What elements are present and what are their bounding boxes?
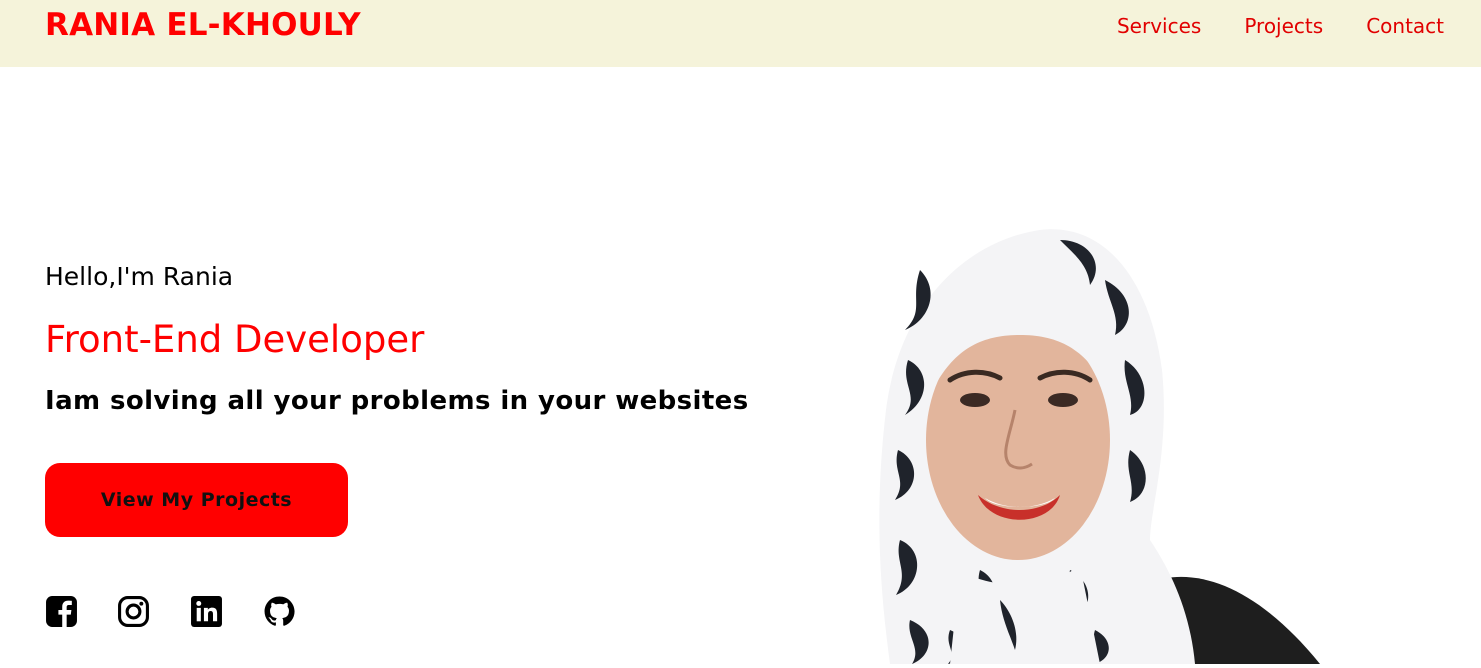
- nav-link-contact[interactable]: Contact: [1366, 14, 1444, 38]
- view-projects-button[interactable]: View My Projects: [45, 463, 348, 537]
- nav-link-projects[interactable]: Projects: [1244, 14, 1323, 38]
- github-icon[interactable]: [263, 595, 296, 628]
- site-logo-text[interactable]: RANIA EL-KHOULY: [45, 7, 361, 43]
- instagram-icon[interactable]: [117, 595, 150, 628]
- linkedin-icon[interactable]: [190, 595, 223, 628]
- hero-role-title: Front-End Developer: [45, 318, 425, 361]
- hero-greeting: Hello,I'm Rania: [45, 262, 234, 291]
- profile-photo: [850, 210, 1330, 664]
- navbar: RANIA EL-KHOULY Services Projects Contac…: [0, 0, 1481, 67]
- nav-menu: Services Projects Contact: [1117, 14, 1444, 38]
- nav-link-services[interactable]: Services: [1117, 14, 1201, 38]
- hero-tagline: Iam solving all your problems in your we…: [45, 386, 749, 416]
- facebook-icon[interactable]: [45, 595, 78, 628]
